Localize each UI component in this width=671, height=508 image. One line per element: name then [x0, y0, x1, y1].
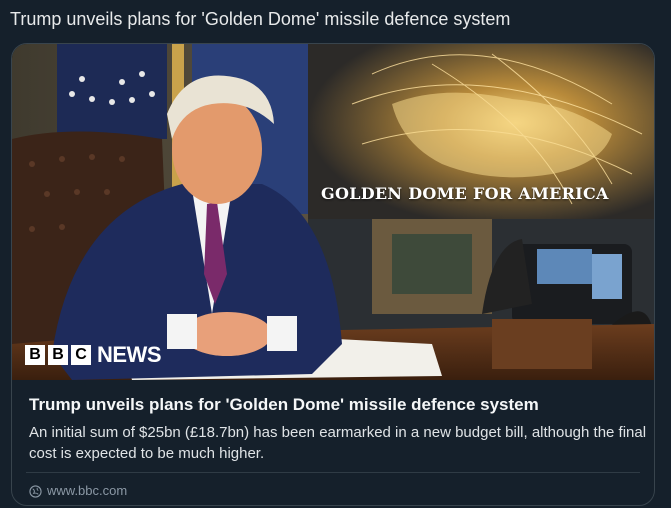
card-divider — [26, 472, 640, 473]
card-title[interactable]: Trump unveils plans for 'Golden Dome' mi… — [29, 394, 649, 416]
globe-icon — [29, 484, 42, 498]
bbc-letter-b1: B — [25, 345, 45, 365]
bbc-news-word: NEWS — [97, 342, 162, 367]
card-image[interactable]: GOLDEN DOME FOR AMERICA B B C NEWS — [12, 44, 654, 380]
bbc-letter-b2: B — [48, 345, 68, 365]
bbc-letter-c: C — [71, 345, 91, 365]
card-domain-link[interactable]: www.bbc.com — [29, 482, 127, 500]
bbc-news-logo: B B C NEWS — [25, 342, 162, 367]
photo-scene — [12, 44, 654, 380]
golden-dome-banner: GOLDEN DOME FOR AMERICA — [321, 184, 609, 203]
post-text: Trump unveils plans for 'Golden Dome' mi… — [10, 9, 511, 29]
card-description: An initial sum of $25bn (£18.7bn) has be… — [29, 424, 647, 462]
link-preview-card[interactable]: GOLDEN DOME FOR AMERICA B B C NEWS Trump… — [11, 43, 655, 506]
card-domain-text: www.bbc.com — [47, 483, 128, 498]
